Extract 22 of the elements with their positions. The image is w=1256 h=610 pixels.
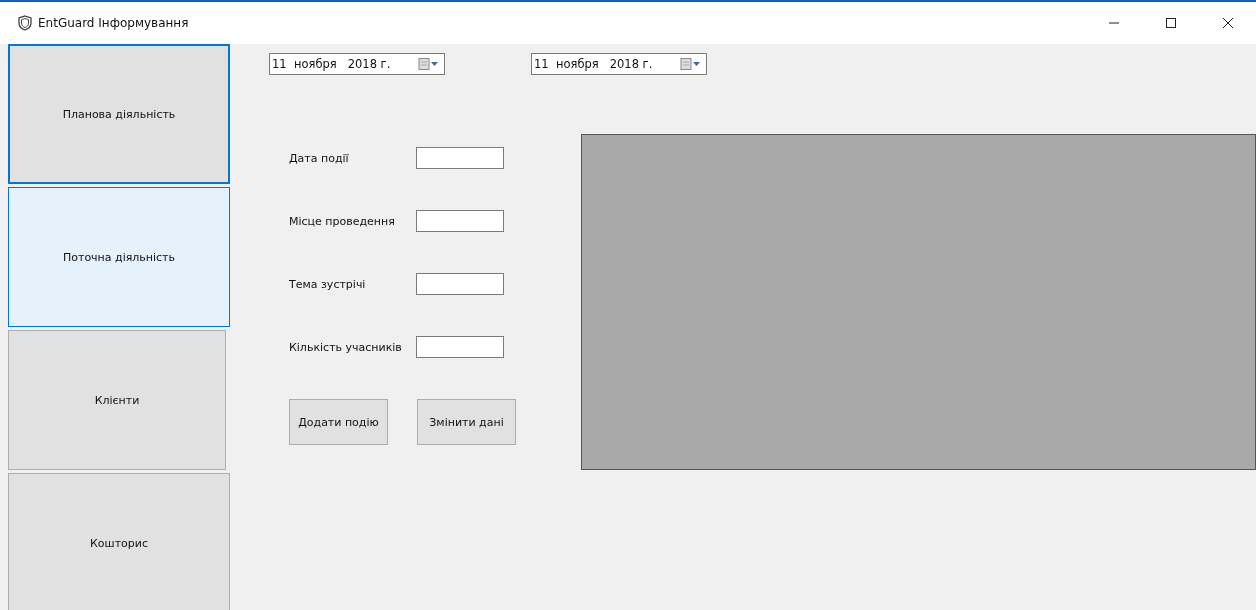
- date-picker[interactable]: 11 ноября 2018 г.: [269, 53, 445, 75]
- shield-icon: [18, 15, 32, 31]
- field-label: Кількість учасників: [289, 340, 403, 354]
- sidebar-button[interactable]: Поточна діяльність: [8, 187, 230, 327]
- input-field[interactable]: [416, 147, 504, 169]
- input-field[interactable]: [416, 336, 504, 358]
- maximize-icon: [1164, 17, 1177, 29]
- window-title: EntGuard Інформування: [38, 16, 189, 30]
- calendar-dropdown-icon: [680, 58, 702, 70]
- action-button[interactable]: Додати подію: [289, 399, 388, 445]
- input-field[interactable]: [416, 273, 504, 295]
- field-label: Місце проведення: [289, 214, 396, 228]
- sidebar-button[interactable]: Кошторис: [8, 473, 230, 610]
- sidebar-button[interactable]: Клієнти: [8, 330, 226, 470]
- date-picker[interactable]: 11 ноября 2018 г.: [531, 53, 707, 75]
- field-label: Дата події: [289, 151, 350, 165]
- close-icon: [1221, 17, 1234, 29]
- field-label: Тема зустрічі: [289, 277, 367, 291]
- action-button[interactable]: Змінити дані: [417, 399, 516, 445]
- sidebar-button[interactable]: Планова діяльність: [8, 44, 230, 184]
- input-field[interactable]: [416, 210, 504, 232]
- calendar-dropdown-icon: [418, 58, 440, 70]
